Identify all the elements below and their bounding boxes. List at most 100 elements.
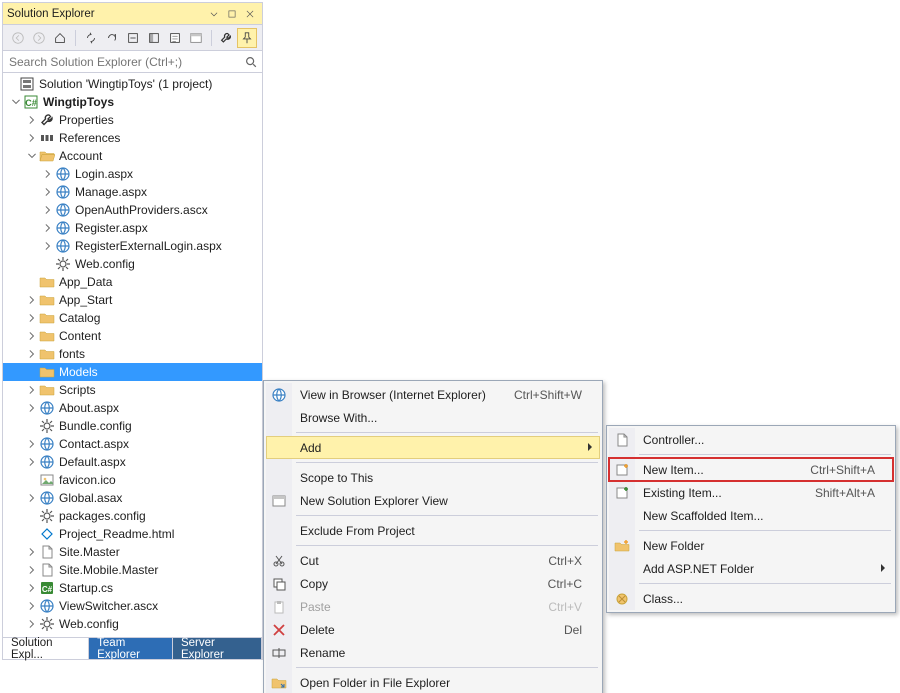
tree-item[interactable]: Properties — [3, 111, 262, 129]
tree-item[interactable]: fonts — [3, 345, 262, 363]
tree: Solution 'WingtipToys' (1 project) Wingt… — [3, 73, 262, 637]
csproj-icon — [23, 94, 39, 110]
solution-icon — [19, 76, 35, 92]
properties-button[interactable] — [165, 28, 185, 48]
folder-open-icon — [39, 148, 55, 164]
dropdown-icon[interactable] — [206, 6, 222, 22]
submenu-controller[interactable]: Controller... — [609, 428, 893, 451]
tree-item[interactable]: Web.config — [3, 615, 262, 633]
copy-icon — [266, 572, 292, 595]
tree-item[interactable]: Contact.aspx — [3, 435, 262, 453]
delete-icon — [266, 618, 292, 641]
tree-item[interactable]: Bundle.config — [3, 417, 262, 435]
expander-icon[interactable] — [9, 95, 23, 109]
tree-item[interactable]: Default.aspx — [3, 453, 262, 471]
tree-item[interactable]: Scripts — [3, 381, 262, 399]
toolbar — [3, 25, 262, 51]
menu-copy[interactable]: CopyCtrl+C — [266, 572, 600, 595]
file-icon — [39, 544, 55, 560]
file-icon — [609, 428, 635, 451]
submenu-existing-item[interactable]: Existing Item...Shift+Alt+A — [609, 481, 893, 504]
tree-item[interactable]: References — [3, 129, 262, 147]
new-item-icon — [609, 458, 635, 481]
collapse-all-button[interactable] — [123, 28, 143, 48]
class-icon — [609, 587, 635, 610]
world-icon — [266, 383, 292, 406]
maximize-icon[interactable] — [224, 6, 240, 22]
preview-button[interactable] — [186, 28, 206, 48]
menu-browse-with[interactable]: Browse With... — [266, 406, 600, 429]
refresh-button[interactable] — [102, 28, 122, 48]
gear-icon — [55, 256, 71, 272]
sync-button[interactable] — [81, 28, 101, 48]
tree-item[interactable]: About.aspx — [3, 399, 262, 417]
bottom-tabs: Solution Expl... Team Explorer Server Ex… — [3, 637, 262, 659]
tree-item[interactable]: Content — [3, 327, 262, 345]
tree-item[interactable]: Web.config — [3, 255, 262, 273]
existing-item-icon — [609, 481, 635, 504]
world-icon — [55, 202, 71, 218]
menu-add[interactable]: Add — [266, 436, 600, 459]
world-icon — [55, 238, 71, 254]
menu-delete[interactable]: DeleteDel — [266, 618, 600, 641]
tree-project[interactable]: WingtipToys — [3, 93, 262, 111]
menu-view-in-browser[interactable]: View in Browser (Internet Explorer)Ctrl+… — [266, 383, 600, 406]
tree-item[interactable]: OpenAuthProviders.ascx — [3, 201, 262, 219]
folder-icon — [39, 346, 55, 362]
tree-item[interactable]: Manage.aspx — [3, 183, 262, 201]
menu-exclude[interactable]: Exclude From Project — [266, 519, 600, 542]
tree-item[interactable]: App_Data — [3, 273, 262, 291]
tree-item[interactable]: Account — [3, 147, 262, 165]
menu-open-in-explorer[interactable]: Open Folder in File Explorer — [266, 671, 600, 693]
tree-item[interactable]: Global.asax — [3, 489, 262, 507]
close-icon[interactable] — [242, 6, 258, 22]
tree-item[interactable]: Register.aspx — [3, 219, 262, 237]
menu-rename[interactable]: Rename — [266, 641, 600, 664]
submenu-scaffolded[interactable]: New Scaffolded Item... — [609, 504, 893, 527]
folder-icon — [39, 382, 55, 398]
tree-item[interactable]: favicon.ico — [3, 471, 262, 489]
world-icon — [55, 166, 71, 182]
rename-icon — [266, 641, 292, 664]
tab-team-explorer[interactable]: Team Explorer — [89, 638, 173, 659]
show-all-button[interactable] — [144, 28, 164, 48]
world-icon — [39, 454, 55, 470]
pin-icon[interactable] — [237, 28, 257, 48]
tree-item[interactable]: ViewSwitcher.ascx — [3, 597, 262, 615]
tab-server-explorer[interactable]: Server Explorer — [173, 638, 262, 659]
submenu-new-folder[interactable]: New Folder — [609, 534, 893, 557]
file-icon — [39, 562, 55, 578]
folder-icon — [39, 364, 55, 380]
tree-item-selected[interactable]: Models — [3, 363, 262, 381]
tree-item[interactable]: Login.aspx — [3, 165, 262, 183]
tree-solution[interactable]: Solution 'WingtipToys' (1 project) — [3, 75, 262, 93]
home-button[interactable] — [50, 28, 70, 48]
submenu-class[interactable]: Class... — [609, 587, 893, 610]
back-button[interactable] — [8, 28, 28, 48]
search-icon[interactable] — [240, 51, 262, 73]
chevron-right-icon — [881, 564, 889, 572]
tree-item[interactable]: Site.Mobile.Master — [3, 561, 262, 579]
wrench-icon[interactable] — [216, 28, 236, 48]
references-icon — [39, 130, 55, 146]
tree-item[interactable]: Catalog — [3, 309, 262, 327]
tab-solution-explorer[interactable]: Solution Expl... — [3, 638, 89, 659]
tree-item[interactable]: Startup.cs — [3, 579, 262, 597]
search-input[interactable] — [3, 55, 240, 69]
folder-icon — [39, 292, 55, 308]
menu-cut[interactable]: CutCtrl+X — [266, 549, 600, 572]
tree-item[interactable]: packages.config — [3, 507, 262, 525]
submenu-aspnet-folder[interactable]: Add ASP.NET Folder — [609, 557, 893, 580]
tree-item[interactable]: Site.Master — [3, 543, 262, 561]
menu-new-view[interactable]: New Solution Explorer View — [266, 489, 600, 512]
menu-scope-to-this[interactable]: Scope to This — [266, 466, 600, 489]
world-icon — [55, 184, 71, 200]
forward-button[interactable] — [29, 28, 49, 48]
tree-item[interactable]: Project_Readme.html — [3, 525, 262, 543]
tree-item[interactable]: RegisterExternalLogin.aspx — [3, 237, 262, 255]
folder-icon — [39, 274, 55, 290]
tree-item[interactable]: App_Start — [3, 291, 262, 309]
submenu-new-item[interactable]: New Item...Ctrl+Shift+A — [609, 458, 893, 481]
gear-icon — [39, 508, 55, 524]
image-icon — [39, 472, 55, 488]
